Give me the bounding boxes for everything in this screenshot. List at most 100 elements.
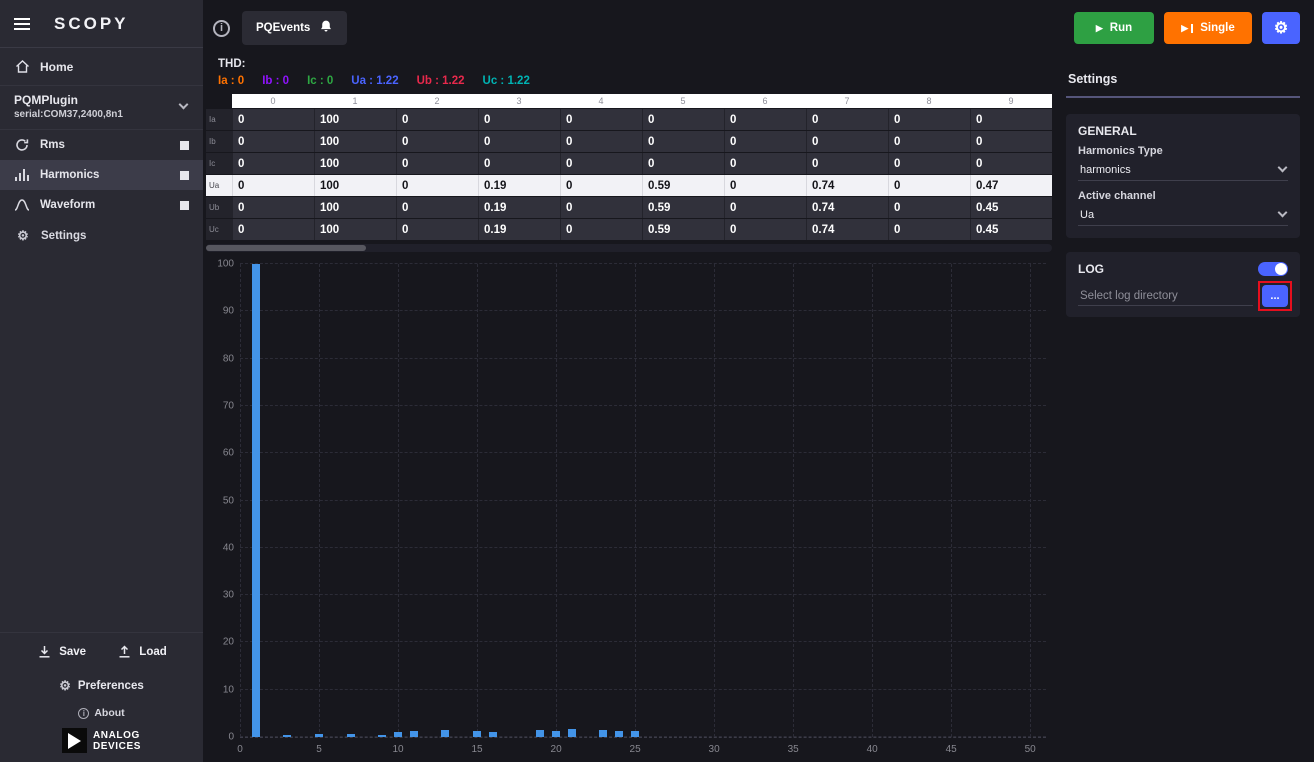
- table-cell[interactable]: 0: [724, 197, 806, 218]
- single-button[interactable]: ▶ Single: [1164, 12, 1252, 44]
- table-cell[interactable]: 0: [642, 153, 724, 174]
- table-cell[interactable]: 0: [478, 109, 560, 130]
- table-cell[interactable]: 100: [314, 109, 396, 130]
- table-cell[interactable]: 0.59: [642, 175, 724, 196]
- table-row[interactable]: Ib010000000000: [206, 131, 1052, 152]
- table-cell[interactable]: 0: [232, 219, 314, 240]
- pqevents-button[interactable]: PQEvents: [242, 11, 347, 45]
- column-header[interactable]: 7: [806, 94, 888, 108]
- table-row[interactable]: Ub010000.1900.5900.7400.45: [206, 197, 1052, 218]
- table-cell[interactable]: 0: [724, 153, 806, 174]
- active-channel-select[interactable]: Ua: [1078, 204, 1288, 226]
- table-cell[interactable]: 0: [806, 109, 888, 130]
- sidebar-item-waveform[interactable]: Waveform: [0, 190, 203, 220]
- table-cell[interactable]: 0: [396, 219, 478, 240]
- table-cell[interactable]: 0: [970, 109, 1052, 130]
- table-cell[interactable]: 0: [396, 153, 478, 174]
- run-button[interactable]: ▶ Run: [1074, 12, 1154, 44]
- table-row[interactable]: Uc010000.1900.5900.7400.45: [206, 219, 1052, 240]
- tool-indicator[interactable]: [180, 141, 189, 150]
- table-cell[interactable]: 0: [396, 109, 478, 130]
- table-cell[interactable]: 0: [642, 131, 724, 152]
- table-cell[interactable]: 0: [724, 175, 806, 196]
- column-header[interactable]: 9: [970, 94, 1052, 108]
- sidebar-item-settings[interactable]: ⚙ Settings: [0, 220, 203, 252]
- table-cell[interactable]: 0: [970, 131, 1052, 152]
- about-button[interactable]: i About: [0, 700, 203, 723]
- sidebar-item-home[interactable]: Home: [0, 48, 203, 86]
- scrollbar-thumb[interactable]: [206, 245, 366, 251]
- table-cell[interactable]: 0.59: [642, 219, 724, 240]
- table-cell[interactable]: 0: [724, 219, 806, 240]
- table-cell[interactable]: 100: [314, 153, 396, 174]
- table-cell[interactable]: 100: [314, 175, 396, 196]
- chart-plot-area[interactable]: 0102030405060708090100051015202530354045…: [240, 264, 1046, 738]
- column-header[interactable]: 1: [314, 94, 396, 108]
- table-cell[interactable]: 0: [396, 197, 478, 218]
- sidebar-item-rms[interactable]: Rms: [0, 130, 203, 160]
- column-header[interactable]: 0: [232, 94, 314, 108]
- column-header[interactable]: 5: [642, 94, 724, 108]
- column-header[interactable]: 3: [478, 94, 560, 108]
- table-cell[interactable]: 0: [478, 153, 560, 174]
- browse-button[interactable]: ...: [1262, 285, 1288, 307]
- menu-toggle-icon[interactable]: [14, 18, 30, 30]
- column-header[interactable]: 4: [560, 94, 642, 108]
- table-cell[interactable]: 100: [314, 131, 396, 152]
- column-header[interactable]: 8: [888, 94, 970, 108]
- tool-indicator[interactable]: [180, 171, 189, 180]
- table-cell[interactable]: 0: [396, 131, 478, 152]
- table-cell[interactable]: 0: [232, 153, 314, 174]
- table-cell[interactable]: 0.45: [970, 219, 1052, 240]
- table-cell[interactable]: 0: [560, 109, 642, 130]
- table-row[interactable]: Ua010000.1900.5900.7400.47: [206, 175, 1052, 196]
- load-button[interactable]: Load: [116, 645, 166, 658]
- table-cell[interactable]: 0: [642, 109, 724, 130]
- column-header[interactable]: 2: [396, 94, 478, 108]
- table-cell[interactable]: 0: [724, 131, 806, 152]
- table-cell[interactable]: 0.19: [478, 175, 560, 196]
- table-cell[interactable]: 0: [560, 175, 642, 196]
- chevron-down-icon[interactable]: [179, 100, 189, 110]
- table-cell[interactable]: 0.47: [970, 175, 1052, 196]
- sidebar-item-pqmplugin[interactable]: PQMPlugin serial:COM37,2400,8n1: [0, 86, 203, 130]
- log-directory-input[interactable]: [1078, 287, 1253, 306]
- table-cell[interactable]: 0.45: [970, 197, 1052, 218]
- table-cell[interactable]: 0.74: [806, 175, 888, 196]
- table-cell[interactable]: 0: [970, 153, 1052, 174]
- preferences-button[interactable]: ⚙ Preferences: [0, 670, 203, 700]
- table-cell[interactable]: 0: [232, 131, 314, 152]
- table-cell[interactable]: 0: [232, 109, 314, 130]
- table-row[interactable]: Ia010000000000: [206, 109, 1052, 130]
- table-cell[interactable]: 0: [806, 131, 888, 152]
- table-cell[interactable]: 0.74: [806, 197, 888, 218]
- table-cell[interactable]: 0: [888, 109, 970, 130]
- table-cell[interactable]: 0: [560, 197, 642, 218]
- column-header[interactable]: 6: [724, 94, 806, 108]
- table-row[interactable]: Ic010000000000: [206, 153, 1052, 174]
- table-cell[interactable]: 0.19: [478, 219, 560, 240]
- table-cell[interactable]: 0: [478, 131, 560, 152]
- table-cell[interactable]: 0: [232, 197, 314, 218]
- table-cell[interactable]: 0: [806, 153, 888, 174]
- harmonics-type-select[interactable]: harmonics: [1078, 159, 1288, 181]
- table-cell[interactable]: 0: [888, 153, 970, 174]
- table-cell[interactable]: 0: [560, 219, 642, 240]
- table-cell[interactable]: 0: [232, 175, 314, 196]
- table-cell[interactable]: 100: [314, 219, 396, 240]
- save-button[interactable]: Save: [36, 645, 86, 658]
- log-toggle[interactable]: [1258, 262, 1288, 276]
- table-cell[interactable]: 0: [560, 153, 642, 174]
- table-cell[interactable]: 0: [560, 131, 642, 152]
- table-cell[interactable]: 0: [888, 131, 970, 152]
- table-cell[interactable]: 0.19: [478, 197, 560, 218]
- sidebar-item-harmonics[interactable]: Harmonics: [0, 160, 203, 190]
- info-button[interactable]: i: [213, 20, 230, 37]
- table-cell[interactable]: 0: [888, 175, 970, 196]
- tool-indicator[interactable]: [180, 201, 189, 210]
- table-cell[interactable]: 0: [888, 197, 970, 218]
- table-cell[interactable]: 0: [888, 219, 970, 240]
- table-cell[interactable]: 0.59: [642, 197, 724, 218]
- table-cell[interactable]: 100: [314, 197, 396, 218]
- table-cell[interactable]: 0: [396, 175, 478, 196]
